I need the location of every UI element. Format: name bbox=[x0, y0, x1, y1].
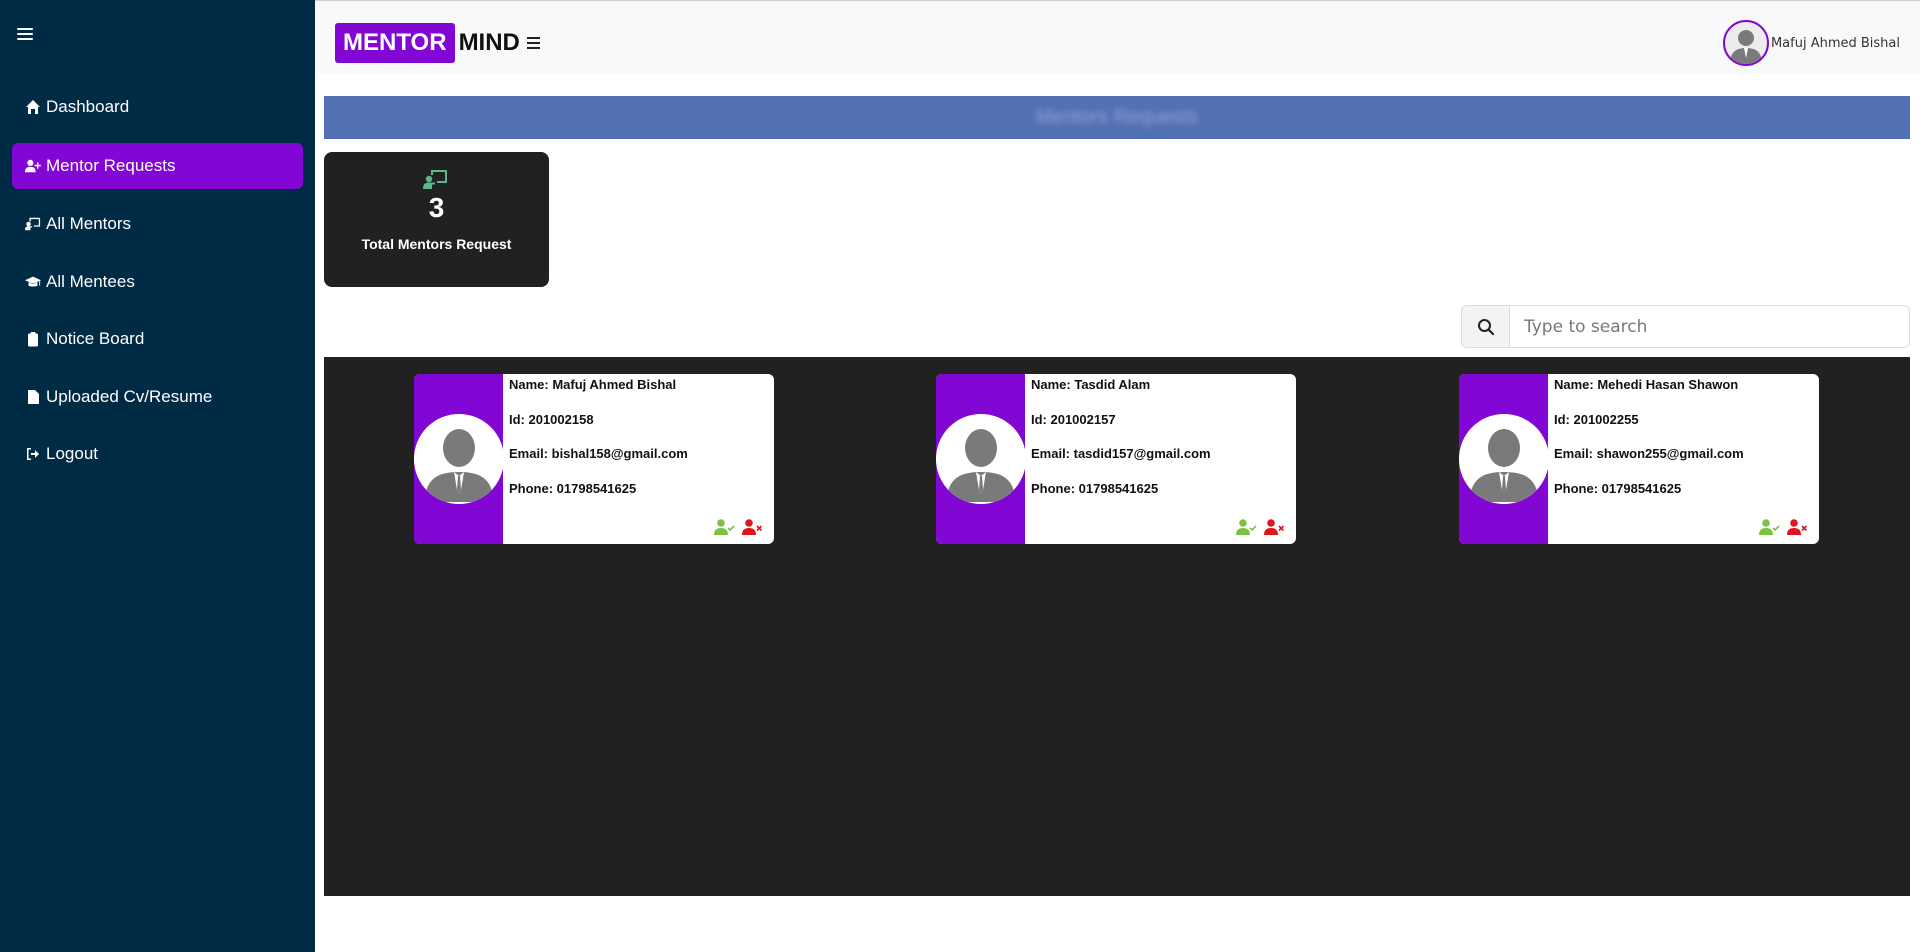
sidebar-toggle-icon[interactable] bbox=[17, 28, 33, 42]
mentor-request-card: Name: Tasdid Alam Id: 201002157 Email: t… bbox=[936, 374, 1296, 544]
page-title-banner: Mentors Requests bbox=[324, 96, 1910, 139]
total-requests-label: Total Mentors Request bbox=[361, 236, 512, 252]
avatar bbox=[936, 414, 1026, 504]
home-icon bbox=[24, 98, 42, 116]
accept-user-icon[interactable] bbox=[1236, 518, 1258, 536]
avatar bbox=[414, 414, 504, 504]
user-plus-icon bbox=[24, 157, 42, 175]
sidebar-item-dashboard[interactable]: Dashboard bbox=[12, 84, 303, 130]
sidebar-item-label: Dashboard bbox=[46, 97, 130, 116]
clipboard-icon bbox=[24, 330, 42, 348]
mentor-id: Id: 201002255 bbox=[1554, 411, 1639, 427]
request-actions bbox=[1759, 518, 1809, 536]
sidebar-item-uploaded-cv[interactable]: Uploaded Cv/Resume bbox=[12, 374, 303, 420]
mentor-phone: Phone: 01798541625 bbox=[1031, 480, 1159, 496]
chalkboard-teacher-icon bbox=[24, 215, 42, 233]
top-navbar: MENTOR MIND Mafuj Ahmed Bishal bbox=[315, 0, 1920, 73]
sidebar-item-label: Notice Board bbox=[46, 329, 145, 348]
mentor-details: Name: Mafuj Ahmed Bishal Id: 201002158 E… bbox=[509, 374, 688, 512]
total-requests-count: 3 bbox=[428, 192, 445, 223]
search-icon bbox=[1477, 318, 1494, 335]
mentor-email: Email: shawon255@gmail.com bbox=[1554, 446, 1744, 461]
accept-user-icon[interactable] bbox=[1759, 518, 1781, 536]
sidebar-item-mentor-requests[interactable]: Mentor Requests bbox=[12, 143, 303, 189]
logo-mentor-text: MENTOR bbox=[335, 23, 455, 63]
logout-icon bbox=[24, 445, 42, 463]
sidebar-item-label: Uploaded Cv/Resume bbox=[46, 387, 213, 406]
user-name: Mafuj Ahmed Bishal bbox=[1770, 35, 1900, 51]
graduation-cap-icon bbox=[24, 273, 42, 291]
avatar bbox=[1459, 414, 1549, 504]
user-profile[interactable]: Mafuj Ahmed Bishal bbox=[1722, 20, 1900, 66]
mentor-phone: Phone: 01798541625 bbox=[1554, 480, 1682, 496]
sidebar-item-all-mentors[interactable]: All Mentors bbox=[12, 201, 303, 247]
page-title: Mentors Requests bbox=[1035, 106, 1199, 128]
menu-toggle-icon[interactable] bbox=[527, 37, 540, 49]
reject-user-icon[interactable] bbox=[742, 518, 764, 536]
file-icon bbox=[24, 388, 42, 406]
mentor-name: Name: Tasdid Alam bbox=[1031, 377, 1151, 392]
total-requests-card: 3 Total Mentors Request bbox=[324, 152, 549, 287]
mentor-id: Id: 201002158 bbox=[509, 411, 594, 427]
search-button[interactable] bbox=[1461, 305, 1510, 348]
search-bar bbox=[1461, 305, 1910, 348]
sidebar: Dashboard Mentor Requests All Mentors Al… bbox=[0, 0, 315, 952]
mentor-request-card: Name: Mafuj Ahmed Bishal Id: 201002158 E… bbox=[414, 374, 774, 544]
request-actions bbox=[714, 518, 764, 536]
mentor-id: Id: 201002157 bbox=[1031, 411, 1116, 427]
accept-user-icon[interactable] bbox=[714, 518, 736, 536]
sidebar-item-label: Mentor Requests bbox=[46, 156, 176, 175]
search-input[interactable] bbox=[1510, 305, 1910, 348]
sidebar-item-logout[interactable]: Logout bbox=[12, 431, 303, 477]
mentor-details: Name: Tasdid Alam Id: 201002157 Email: t… bbox=[1031, 374, 1211, 512]
sidebar-item-label: Logout bbox=[46, 444, 98, 463]
mentor-phone: Phone: 01798541625 bbox=[509, 480, 637, 496]
sidebar-item-label: All Mentors bbox=[46, 214, 132, 233]
request-actions bbox=[1236, 518, 1286, 536]
mentor-email: Email: tasdid157@gmail.com bbox=[1031, 446, 1211, 461]
logo-mind-text: MIND bbox=[458, 29, 520, 56]
mentor-details: Name: Mehedi Hasan Shawon Id: 201002255 … bbox=[1554, 374, 1744, 512]
reject-user-icon[interactable] bbox=[1264, 518, 1286, 536]
mentor-name: Name: Mehedi Hasan Shawon bbox=[1554, 377, 1739, 392]
chalkboard-teacher-icon bbox=[423, 170, 447, 189]
mentor-requests-panel: Name: Mafuj Ahmed Bishal Id: 201002158 E… bbox=[324, 357, 1910, 896]
app-root: Dashboard Mentor Requests All Mentors Al… bbox=[0, 0, 1920, 952]
mentor-request-card: Name: Mehedi Hasan Shawon Id: 201002255 … bbox=[1459, 374, 1819, 544]
avatar bbox=[1722, 20, 1769, 66]
reject-user-icon[interactable] bbox=[1787, 518, 1809, 536]
sidebar-item-all-mentees[interactable]: All Mentees bbox=[12, 259, 303, 305]
brand-logo[interactable]: MENTOR MIND bbox=[335, 23, 520, 63]
mentor-name: Name: Mafuj Ahmed Bishal bbox=[509, 377, 677, 392]
sidebar-item-label: All Mentees bbox=[46, 272, 135, 291]
sidebar-item-notice-board[interactable]: Notice Board bbox=[12, 316, 303, 362]
mentor-email: Email: bishal158@gmail.com bbox=[509, 446, 688, 461]
